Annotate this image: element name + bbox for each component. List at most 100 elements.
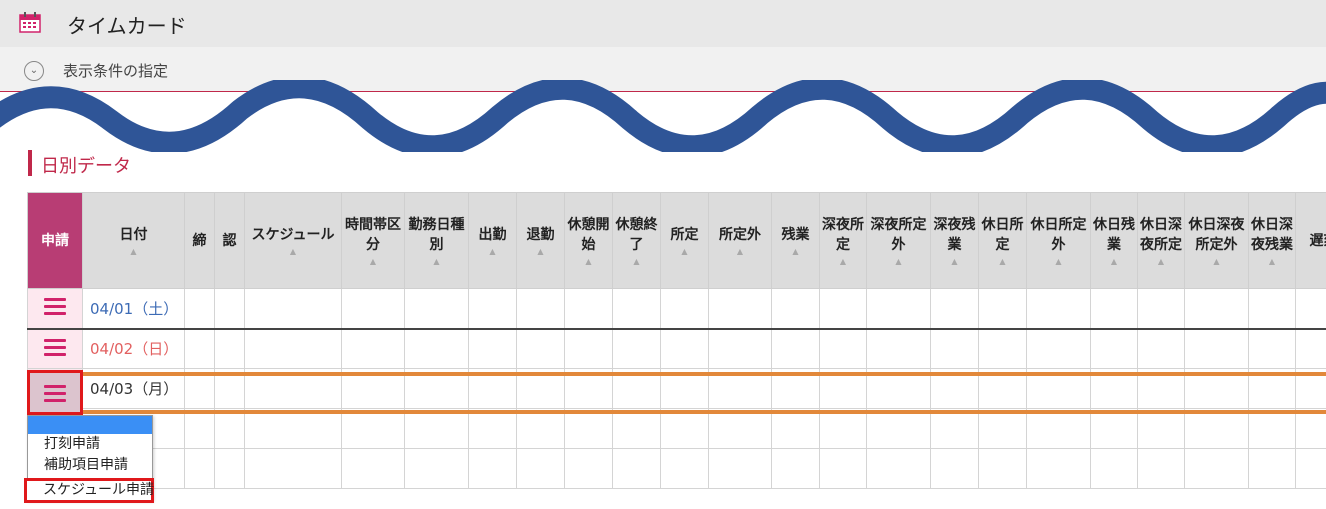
cell-night-overtime: [930, 408, 979, 449]
sort-icon[interactable]: ▲: [1093, 257, 1135, 267]
column-header-night-overtime[interactable]: 深夜残業 ▲: [930, 192, 979, 289]
cell-break-end: [612, 328, 661, 369]
cell-holiday-overtime: [1090, 408, 1138, 449]
apply-menu-button-active[interactable]: [27, 370, 83, 415]
calendar-icon: [19, 12, 41, 33]
column-header-holiday-regular[interactable]: 休日所定 ▲: [978, 192, 1027, 289]
column-header-night-non-regular[interactable]: 深夜所定外 ▲: [866, 192, 931, 289]
column-header-close: 締: [184, 192, 215, 289]
column-header-label: 深夜所定: [822, 216, 864, 253]
column-header-holiday-non-regular[interactable]: 休日所定外 ▲: [1026, 192, 1091, 289]
cell-night-regular: [819, 288, 867, 330]
column-header-holiday-overtime[interactable]: 休日残業 ▲: [1090, 192, 1138, 289]
apply-cell[interactable]: [27, 328, 83, 369]
sort-icon[interactable]: ▲: [711, 247, 769, 257]
sort-icon[interactable]: ▲: [519, 247, 562, 257]
cell-overtime: [771, 288, 820, 330]
column-header-holiday-night-regular[interactable]: 休日深夜所定 ▲: [1137, 192, 1185, 289]
cell-regular: [660, 448, 709, 489]
section-marker: [28, 150, 32, 176]
cell-approve: [214, 328, 245, 369]
menu-icon[interactable]: [44, 338, 66, 356]
menu-item-aux-request[interactable]: 補助項目申請: [28, 455, 152, 476]
cell-holiday-night-non-regular: [1184, 288, 1249, 330]
cell-in: [468, 448, 517, 489]
cell-timeslot: [341, 408, 405, 449]
cell-close: [184, 448, 215, 489]
sort-icon[interactable]: ▲: [471, 247, 514, 257]
menu-icon[interactable]: [44, 298, 66, 316]
cell-worktype: [404, 328, 469, 369]
sort-icon[interactable]: ▲: [822, 257, 864, 267]
cell-night-non-regular: [866, 408, 931, 449]
cell-holiday-night-non-regular: [1184, 448, 1249, 489]
cell-non-regular: [708, 288, 772, 330]
menu-item-schedule-request[interactable]: スケジュール申請: [24, 478, 154, 503]
wave-separator: [0, 80, 1326, 152]
sort-icon[interactable]: ▲: [869, 257, 928, 267]
menu-item-stamp-request[interactable]: 打刻申請: [28, 434, 152, 455]
column-header-break-end[interactable]: 休憩終了 ▲: [612, 192, 661, 289]
cell-holiday-regular: [978, 328, 1027, 369]
date-cell: 04/02（日）: [82, 328, 185, 369]
cell-holiday-overtime: [1090, 288, 1138, 330]
sort-icon[interactable]: ▲: [774, 247, 817, 257]
sort-icon[interactable]: ▲: [933, 257, 976, 267]
section-title: 日別データ: [41, 156, 131, 177]
sort-icon[interactable]: ▲: [344, 257, 402, 267]
sort-icon[interactable]: ▲: [1187, 257, 1246, 267]
selected-row-bottom-line: [27, 410, 1326, 414]
conditions-label[interactable]: 表示条件の指定: [63, 60, 168, 81]
column-header-label: 休憩終了: [615, 216, 658, 253]
column-header-in[interactable]: 出勤 ▲: [468, 192, 517, 289]
column-header-date[interactable]: 日付 ▲: [82, 192, 185, 289]
cell-holiday-night-overtime: [1248, 448, 1296, 489]
sort-icon[interactable]: ▲: [1029, 257, 1088, 267]
sort-icon[interactable]: ▲: [663, 247, 706, 257]
column-header-night-regular[interactable]: 深夜所定 ▲: [819, 192, 867, 289]
cell-overtime: [771, 328, 820, 369]
column-header-break-start[interactable]: 休憩開始 ▲: [564, 192, 613, 289]
sort-icon[interactable]: ▲: [407, 257, 466, 267]
sort-icon[interactable]: ▲: [1140, 257, 1182, 267]
cell-holiday-night-regular: [1137, 288, 1185, 330]
sort-icon[interactable]: ▲: [247, 247, 339, 257]
cell-non-regular: [708, 408, 772, 449]
column-header-label: 休日所定外: [1030, 216, 1087, 253]
column-header-holiday-night-overtime[interactable]: 休日深夜残業 ▲: [1248, 192, 1296, 289]
sort-icon[interactable]: ▲: [85, 247, 182, 257]
column-header-regular[interactable]: 所定 ▲: [660, 192, 709, 289]
cell-holiday-non-regular: [1026, 288, 1091, 330]
column-header-timeslot[interactable]: 時間帯区分 ▲: [341, 192, 405, 289]
menu-selected-blank[interactable]: [28, 416, 152, 434]
apply-cell[interactable]: [27, 288, 83, 330]
column-header-schedule[interactable]: スケジュール ▲: [244, 192, 342, 289]
column-header-label: 日付: [119, 226, 148, 243]
column-header-holiday-night-non-regular[interactable]: 休日深夜所定外 ▲: [1184, 192, 1249, 289]
cell-holiday-night-non-regular: [1184, 328, 1249, 369]
column-header-label: 休日深夜残業: [1251, 216, 1293, 253]
cell-late: [1295, 448, 1326, 489]
sort-icon[interactable]: ▲: [1251, 257, 1293, 267]
cell-worktype: [404, 288, 469, 330]
cell-holiday-regular: [978, 408, 1027, 449]
column-header-label: 休日所定: [981, 216, 1024, 253]
column-header-out[interactable]: 退勤 ▲: [516, 192, 565, 289]
chevron-down-icon[interactable]: ⌄: [24, 61, 44, 81]
cell-holiday-night-regular: [1137, 448, 1185, 489]
cell-night-non-regular: [866, 288, 931, 330]
cell-night-regular: [819, 448, 867, 489]
column-header-non-regular[interactable]: 所定外 ▲: [708, 192, 772, 289]
column-header-overtime[interactable]: 残業 ▲: [771, 192, 820, 289]
cell-late: [1295, 288, 1326, 330]
column-header-worktype[interactable]: 勤務日種別 ▲: [404, 192, 469, 289]
column-header-label: 残業: [781, 226, 810, 243]
daily-data-table: 申請 日付 ▲ 締認スケジュール ▲ 時間帯区分 ▲ 勤務日種別 ▲ 出勤 ▲ 退勤 ▲ 休憩開始 ▲ 休憩終…: [27, 192, 1326, 489]
sort-icon[interactable]: ▲: [615, 257, 658, 267]
cell-timeslot: [341, 448, 405, 489]
sort-icon[interactable]: ▲: [567, 257, 610, 267]
cell-late: [1295, 328, 1326, 369]
sort-icon[interactable]: ▲: [981, 257, 1024, 267]
date-cell: 04/01（土）: [82, 288, 185, 330]
cell-regular: [660, 408, 709, 449]
